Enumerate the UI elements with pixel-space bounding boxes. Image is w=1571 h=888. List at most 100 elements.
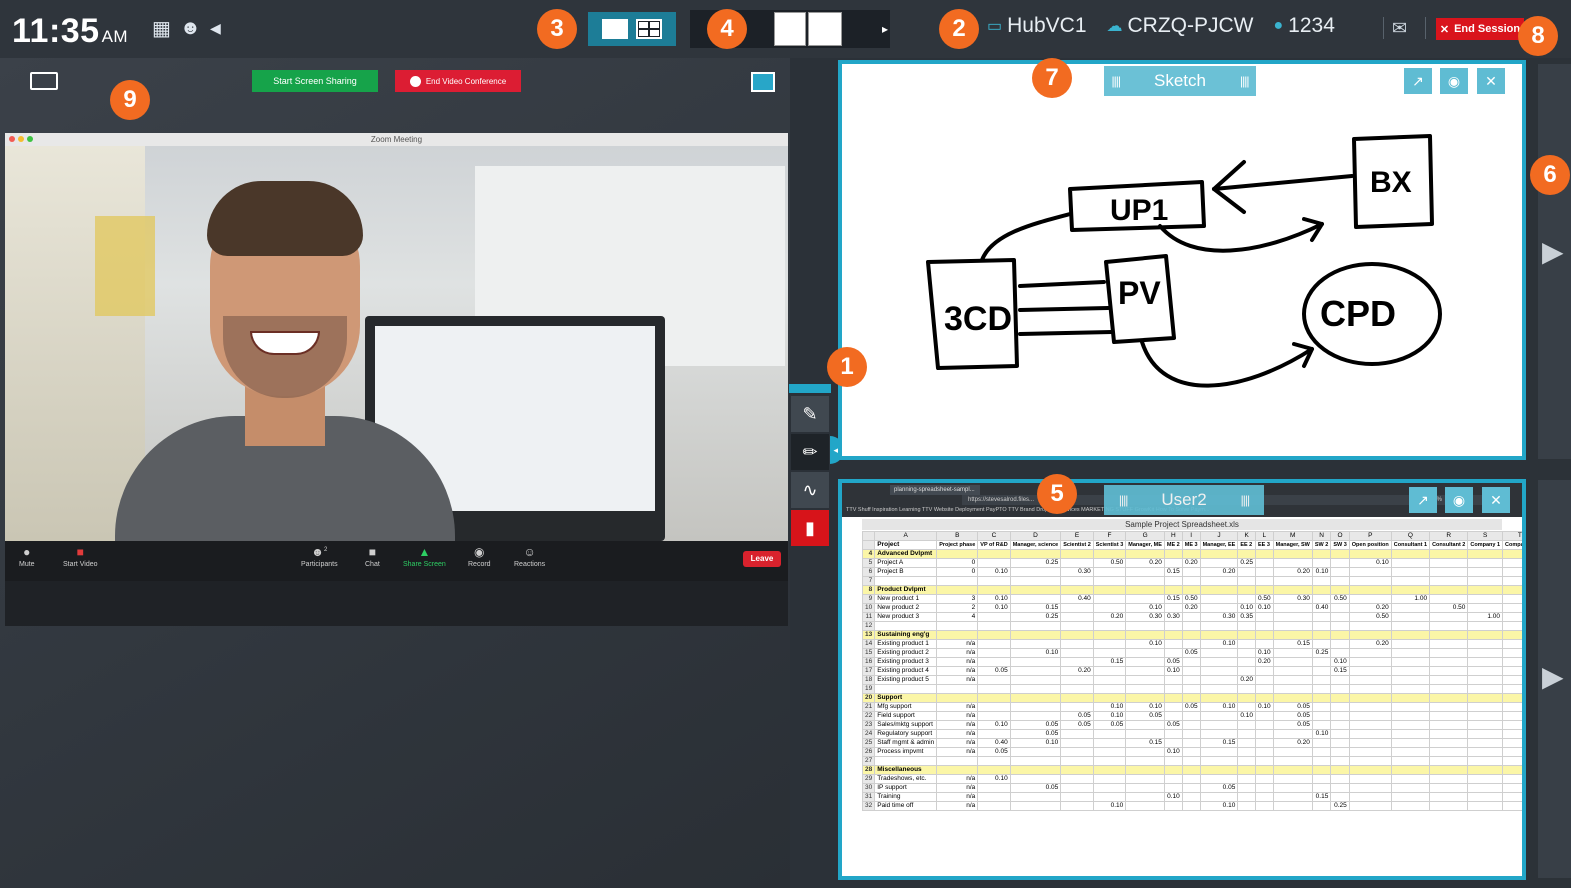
table-cell[interactable]: [1254, 558, 1274, 568]
table-cell[interactable]: [1502, 639, 1522, 649]
table-cell[interactable]: 0.10: [1311, 729, 1332, 739]
table-cell[interactable]: [1467, 567, 1504, 577]
table-cell[interactable]: [1181, 765, 1201, 775]
mail-icon[interactable]: ✉: [1392, 18, 1407, 39]
column-header[interactable]: I: [1181, 531, 1201, 541]
table-cell[interactable]: [1311, 738, 1332, 748]
table-cell[interactable]: [1429, 756, 1469, 766]
table-cell[interactable]: [1009, 693, 1062, 703]
row-label[interactable]: Miscellaneous: [874, 765, 938, 775]
table-cell[interactable]: [1429, 576, 1469, 586]
table-cell[interactable]: [1254, 729, 1274, 739]
close-dot[interactable]: [9, 136, 15, 142]
column-header[interactable]: A: [874, 531, 938, 541]
table-cell[interactable]: [1348, 792, 1392, 802]
table-cell[interactable]: [1060, 729, 1094, 739]
table-cell[interactable]: [1390, 603, 1431, 613]
table-cell[interactable]: [1092, 774, 1127, 784]
table-cell[interactable]: [1330, 612, 1350, 622]
table-cell[interactable]: 0.30: [1125, 612, 1165, 622]
table-cell[interactable]: [1330, 567, 1350, 577]
table-cell[interactable]: [1467, 558, 1504, 568]
table-cell[interactable]: [1199, 657, 1239, 667]
table-cell[interactable]: [1009, 567, 1062, 577]
table-cell[interactable]: [1502, 621, 1522, 631]
table-cell[interactable]: [1199, 549, 1239, 559]
table-cell[interactable]: [1467, 666, 1504, 676]
table-cell[interactable]: [1348, 783, 1392, 793]
eraser-icon[interactable]: ✎: [791, 396, 829, 432]
table-cell[interactable]: [977, 684, 1011, 694]
table-cell[interactable]: [1330, 756, 1350, 766]
table-cell[interactable]: n/a: [936, 783, 979, 793]
table-cell[interactable]: [1272, 657, 1313, 667]
table-cell[interactable]: [1237, 765, 1256, 775]
table-cell[interactable]: [1311, 657, 1332, 667]
table-cell[interactable]: 0.05: [1125, 711, 1165, 721]
table-cell[interactable]: [1199, 585, 1239, 595]
table-cell[interactable]: [1199, 720, 1239, 730]
table-cell[interactable]: [1311, 549, 1332, 559]
table-cell[interactable]: [936, 765, 979, 775]
table-cell[interactable]: [1330, 774, 1350, 784]
table-cell[interactable]: 0.10: [1163, 666, 1183, 676]
table-cell[interactable]: [1502, 738, 1522, 748]
table-cell[interactable]: [1092, 567, 1127, 577]
table-cell[interactable]: [1199, 648, 1239, 658]
table-cell[interactable]: [1009, 639, 1062, 649]
browser-tab[interactable]: planning-spreadsheet-sampl...: [890, 485, 980, 495]
table-cell[interactable]: [1009, 756, 1062, 766]
row-label[interactable]: Project A: [874, 558, 938, 568]
table-cell[interactable]: [1467, 774, 1504, 784]
table-cell[interactable]: 0.40: [1311, 603, 1332, 613]
table-cell[interactable]: [1199, 675, 1239, 685]
table-cell[interactable]: [1254, 765, 1274, 775]
table-cell[interactable]: [1092, 630, 1127, 640]
table-cell[interactable]: [1330, 630, 1350, 640]
table-cell[interactable]: [1060, 738, 1094, 748]
table-cell[interactable]: [1254, 747, 1274, 757]
table-cell[interactable]: [1199, 684, 1239, 694]
table-cell[interactable]: 0.30: [1272, 594, 1313, 604]
table-cell[interactable]: [1181, 675, 1201, 685]
table-cell[interactable]: 0.10: [1311, 567, 1332, 577]
table-cell[interactable]: [1348, 621, 1392, 631]
column-header[interactable]: S: [1467, 531, 1504, 541]
table-cell[interactable]: [1199, 792, 1239, 802]
table-cell[interactable]: [1390, 684, 1431, 694]
column-header[interactable]: H: [1163, 531, 1183, 541]
table-cell[interactable]: [1009, 747, 1062, 757]
minimize-dot[interactable]: [18, 136, 24, 142]
table-cell[interactable]: [1163, 675, 1183, 685]
table-cell[interactable]: 0.25: [1330, 801, 1350, 811]
table-cell[interactable]: 0.20: [1348, 603, 1392, 613]
table-cell[interactable]: n/a: [936, 738, 979, 748]
table-cell[interactable]: [1502, 549, 1522, 559]
table-cell[interactable]: [1060, 792, 1094, 802]
table-cell[interactable]: [1467, 594, 1504, 604]
table-cell[interactable]: [1429, 639, 1469, 649]
start-screen-sharing-button[interactable]: Start Screen Sharing: [252, 70, 378, 92]
table-cell[interactable]: [1467, 603, 1504, 613]
table-cell[interactable]: [977, 612, 1011, 622]
table-cell[interactable]: [1181, 621, 1201, 631]
table-cell[interactable]: [1502, 774, 1522, 784]
leave-button[interactable]: Leave: [743, 551, 781, 567]
table-cell[interactable]: 0.20: [1272, 738, 1313, 748]
table-cell[interactable]: [1163, 711, 1183, 721]
row-label[interactable]: Existing product 2: [874, 648, 938, 658]
table-cell[interactable]: [1348, 675, 1392, 685]
table-cell[interactable]: [1237, 648, 1256, 658]
row-label[interactable]: Project B: [874, 567, 938, 577]
table-cell[interactable]: [1181, 711, 1201, 721]
table-cell[interactable]: [1311, 801, 1332, 811]
table-cell[interactable]: [1467, 792, 1504, 802]
table-cell[interactable]: [1092, 648, 1127, 658]
table-cell[interactable]: 0.20: [1272, 567, 1313, 577]
header-cell[interactable]: SW 2: [1311, 540, 1332, 550]
table-cell[interactable]: [1254, 567, 1274, 577]
table-cell[interactable]: [936, 693, 979, 703]
table-cell[interactable]: [1390, 756, 1431, 766]
table-cell[interactable]: [1390, 792, 1431, 802]
header-cell[interactable]: SW 3: [1330, 540, 1350, 550]
